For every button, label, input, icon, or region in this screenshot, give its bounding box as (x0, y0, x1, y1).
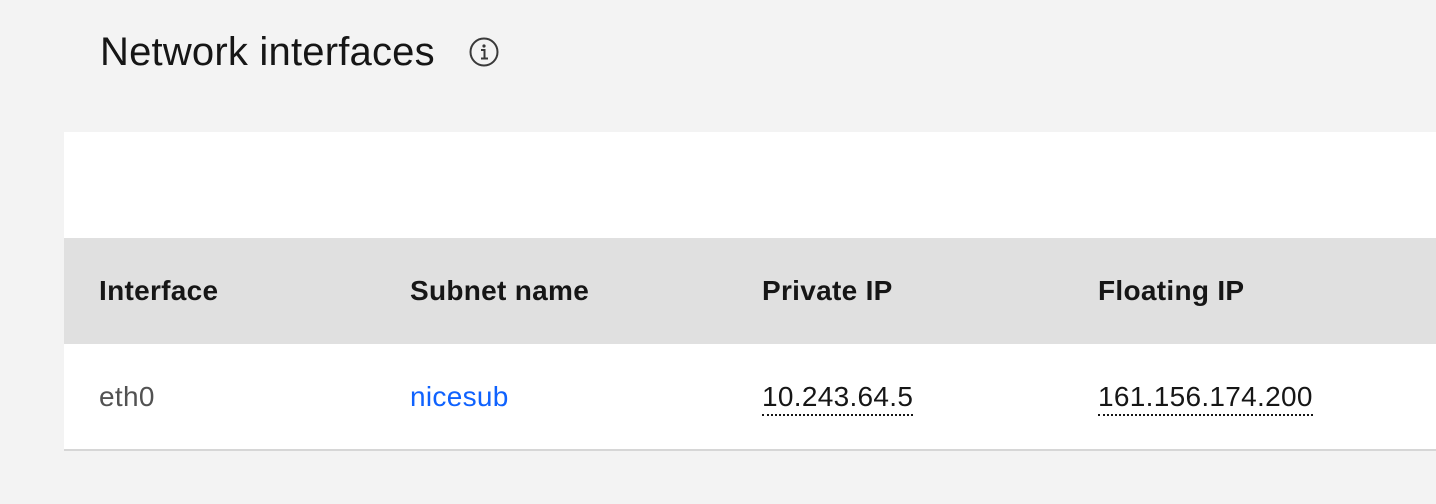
network-interfaces-table: Interface Subnet name Private IP Floatin… (64, 132, 1436, 451)
cell-floating-ip: 161.156.174.200 (1098, 344, 1436, 450)
table-toolbar (64, 132, 1436, 238)
column-header-private-ip: Private IP (762, 275, 893, 306)
column-header-subnet-name: Subnet name (410, 275, 590, 306)
section-header: Network interfaces (100, 22, 501, 82)
cell-private-ip: 10.243.64.5 (762, 344, 1098, 450)
table-header-row: Interface Subnet name Private IP Floatin… (64, 238, 1436, 344)
cell-interface: eth0 (99, 380, 155, 412)
private-ip-value[interactable]: 10.243.64.5 (762, 380, 914, 416)
column-header-interface: Interface (99, 275, 219, 306)
floating-ip-value[interactable]: 161.156.174.200 (1098, 380, 1313, 416)
data-table: Interface Subnet name Private IP Floatin… (64, 238, 1436, 451)
table-row: eth0 nicesub 10.243.64.5 161.156.174.200 (64, 344, 1436, 450)
cell-subnet-name: nicesub (410, 344, 762, 450)
section-title: Network interfaces (100, 30, 435, 74)
subnet-link[interactable]: nicesub (410, 381, 509, 412)
information-icon[interactable] (467, 35, 501, 69)
column-header-floating-ip: Floating IP (1098, 275, 1245, 306)
